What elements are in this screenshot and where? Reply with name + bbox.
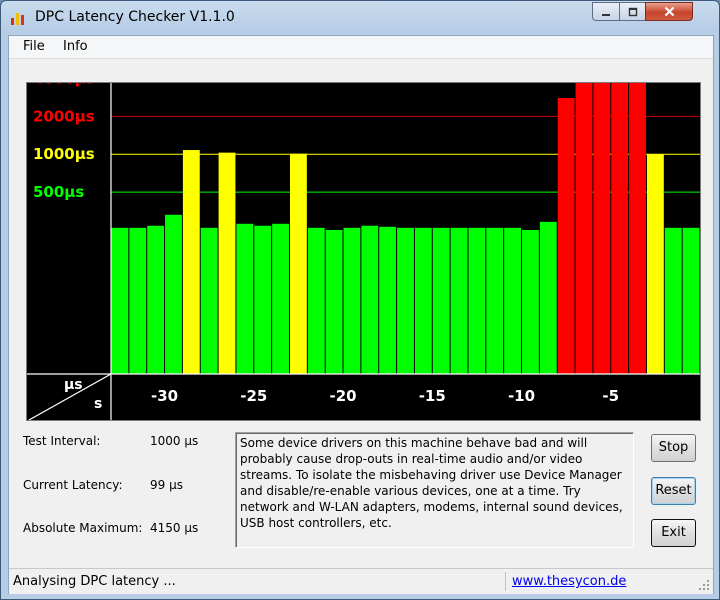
y-tick-label: 4000µs [33, 83, 95, 88]
latency-bar [218, 152, 236, 374]
minimize-button[interactable] [592, 2, 620, 21]
latency-bar [504, 227, 522, 374]
window-title: DPC Latency Checker V1.1.0 [35, 9, 235, 25]
x-tick-label: -15 [419, 387, 446, 405]
close-button[interactable] [645, 2, 693, 21]
latency-bar [289, 153, 307, 374]
status-bar: Analysing DPC latency ... www.thesycon.d… [9, 568, 713, 594]
latency-bar [539, 221, 557, 374]
latency-bar [272, 223, 289, 374]
latency-bar [432, 227, 450, 374]
latency-bar [611, 83, 629, 374]
latency-bar [486, 227, 504, 374]
website-link[interactable]: www.thesycon.de [512, 574, 626, 589]
menu-file[interactable]: File [23, 39, 45, 54]
maximize-icon [628, 7, 637, 17]
x-tick-label: -20 [329, 387, 356, 405]
client-area: File Info µs s 16000µs8000µs4000µs2000µs… [8, 35, 714, 594]
minimize-icon [602, 14, 610, 16]
latency-chart-svg: µs s 16000µs8000µs4000µs2000µs1000µs500µ… [27, 83, 700, 420]
latency-bar [343, 227, 361, 374]
latency-bar [129, 227, 147, 374]
x-tick-label: -30 [151, 387, 178, 405]
app-icon [11, 13, 24, 25]
test-interval-label: Test Interval: [23, 434, 101, 448]
menu-bar: File Info [9, 36, 713, 59]
latency-bar [468, 227, 486, 374]
test-interval-value: 1000 µs [150, 434, 199, 448]
absolute-maximum-label: Absolute Maximum: [23, 521, 143, 535]
latency-chart: µs s 16000µs8000µs4000µs2000µs1000µs500µ… [26, 82, 701, 421]
status-divider [505, 572, 506, 591]
current-latency-label: Current Latency: [23, 478, 123, 492]
latency-bar [325, 229, 343, 374]
latency-bar [165, 214, 182, 374]
y-tick-label: 2000µs [33, 107, 95, 125]
latency-bar [629, 83, 646, 374]
latency-bar [361, 225, 379, 374]
exit-button[interactable]: Exit [651, 519, 696, 547]
y-tick-labels: 16000µs8000µs4000µs2000µs1000µs500µs [33, 83, 95, 201]
maximize-button[interactable] [619, 2, 646, 21]
stop-button[interactable]: Stop [651, 434, 696, 462]
resize-grip-icon[interactable] [697, 578, 710, 591]
latency-bar [236, 223, 254, 374]
latency-bar [147, 225, 165, 374]
latency-bar [522, 229, 539, 374]
x-axis-unit-label: s [94, 396, 102, 412]
reset-button[interactable]: Reset [651, 477, 696, 505]
latency-bar [254, 225, 272, 374]
chart-bars [111, 83, 700, 375]
app-window: DPC Latency Checker V1.1.0 File Info µs … [0, 0, 720, 600]
close-icon [664, 6, 674, 17]
latency-bar [307, 227, 325, 374]
menu-info[interactable]: Info [63, 39, 88, 54]
latency-bar [414, 227, 432, 374]
latency-bar [664, 227, 682, 374]
latency-bar [200, 227, 218, 374]
latency-bar [379, 226, 397, 374]
latency-bar [575, 83, 593, 374]
status-text: Analysing DPC latency ... [13, 574, 176, 589]
title-bar[interactable]: DPC Latency Checker V1.1.0 [1, 1, 719, 35]
message-box: Some device drivers on this machine beha… [235, 432, 634, 548]
latency-bar [450, 227, 468, 374]
y-tick-label: 1000µs [33, 145, 95, 163]
y-tick-label: 500µs [33, 183, 84, 201]
current-latency-value: 99 µs [150, 478, 183, 492]
x-tick-label: -10 [508, 387, 535, 405]
x-tick-label: -5 [602, 387, 619, 405]
absolute-maximum-value: 4150 µs [150, 521, 199, 535]
y-axis-unit-label: µs [64, 377, 83, 393]
latency-bar [646, 154, 664, 374]
x-tick-label: -25 [240, 387, 267, 405]
latency-bar [397, 227, 414, 374]
latency-bar [111, 227, 129, 374]
latency-bar [182, 150, 200, 374]
latency-bar [557, 98, 575, 375]
x-tick-labels: -30 -25 -20 -15 -10 -5 [151, 387, 619, 405]
latency-bar [593, 83, 611, 374]
latency-bar [682, 227, 700, 374]
